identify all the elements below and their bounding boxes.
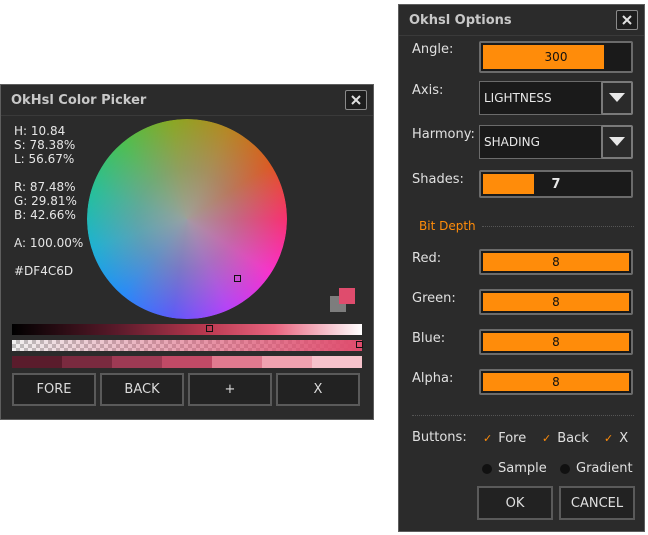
- angle-label: Angle:: [412, 42, 454, 57]
- color-wheel-saturation: [87, 119, 287, 319]
- x-checkbox[interactable]: ✓ X: [604, 431, 628, 446]
- axis-selected[interactable]: LIGHTNESS: [479, 81, 603, 115]
- axis-dropdown-button[interactable]: [601, 81, 633, 115]
- hue-readout: H: 10.84: [14, 124, 66, 138]
- close-icon: [622, 15, 632, 25]
- shades-slider[interactable]: 7: [479, 170, 633, 198]
- red-depth-slider[interactable]: 8: [479, 249, 633, 275]
- angle-value: 300: [544, 50, 568, 64]
- chevron-down-icon: [609, 137, 625, 146]
- gradient-radio[interactable]: Gradient: [560, 461, 633, 476]
- angle-slider[interactable]: 300: [479, 41, 633, 73]
- blue-depth-value: 8: [552, 335, 560, 349]
- back-checkbox[interactable]: ✓ Back: [542, 431, 589, 446]
- fore-button[interactable]: FORE: [12, 373, 96, 406]
- red-readout: R: 87.48%: [14, 180, 76, 194]
- hex-readout: #DF4C6D: [14, 264, 74, 278]
- axis-dropdown[interactable]: LIGHTNESS: [479, 81, 633, 115]
- shade-swatch[interactable]: [262, 356, 312, 368]
- shades-label: Shades:: [412, 172, 464, 187]
- alpha-depth-slider[interactable]: 8: [479, 369, 633, 395]
- green-readout: G: 29.81%: [14, 194, 77, 208]
- options-title: Okhsl Options: [409, 12, 512, 28]
- shade-swatch[interactable]: [12, 356, 62, 368]
- options-close-button[interactable]: [616, 10, 638, 30]
- harmony-selected[interactable]: SHADING: [479, 125, 603, 159]
- shade-swatch[interactable]: [112, 356, 162, 368]
- buttons-divider: [412, 415, 634, 416]
- buttons-label: Buttons:: [412, 430, 467, 445]
- options-window: Okhsl Options Angle: 300 Axis: LIGHTNESS…: [398, 4, 645, 532]
- sample-radio-label: Sample: [498, 461, 547, 476]
- red-depth-value: 8: [552, 255, 560, 269]
- sample-radio[interactable]: Sample: [482, 461, 547, 476]
- checkmark-icon: ✓: [542, 432, 552, 445]
- green-depth-slider[interactable]: 8: [479, 289, 633, 315]
- green-depth-label: Green:: [412, 291, 456, 306]
- lightness-readout: L: 56.67%: [14, 152, 75, 166]
- shade-strip: [12, 356, 362, 368]
- alpha-slider[interactable]: [12, 340, 362, 351]
- bit-depth-title: Bit Depth: [419, 219, 476, 233]
- ok-button[interactable]: OK: [477, 486, 553, 520]
- back-button[interactable]: BACK: [100, 373, 184, 406]
- saturation-readout: S: 78.38%: [14, 138, 76, 152]
- clear-button[interactable]: X: [276, 373, 360, 406]
- checkmark-icon: ✓: [483, 432, 493, 445]
- blue-depth-slider[interactable]: 8: [479, 329, 633, 355]
- add-button[interactable]: +: [188, 373, 272, 406]
- shade-swatch[interactable]: [62, 356, 112, 368]
- harmony-label: Harmony:: [412, 127, 475, 142]
- bit-depth-section: Bit Depth: [412, 218, 634, 234]
- chevron-down-icon: [609, 93, 625, 102]
- fore-checkbox[interactable]: ✓ Fore: [483, 431, 526, 446]
- lightness-slider-handle[interactable]: [206, 325, 213, 332]
- fore-checkbox-label: Fore: [498, 431, 527, 446]
- fore-color-swatch[interactable]: [339, 288, 355, 304]
- wheel-marker[interactable]: [234, 275, 241, 282]
- lightness-slider[interactable]: [12, 324, 362, 335]
- back-checkbox-label: Back: [557, 431, 589, 446]
- checkmark-icon: ✓: [604, 432, 614, 445]
- bit-depth-divider: [481, 225, 634, 227]
- axis-label: Axis:: [412, 83, 444, 98]
- shade-swatch[interactable]: [212, 356, 262, 368]
- color-wheel[interactable]: [87, 119, 287, 319]
- gradient-radio-label: Gradient: [576, 461, 633, 476]
- alpha-depth-label: Alpha:: [412, 371, 454, 386]
- blue-readout: B: 42.66%: [14, 208, 76, 222]
- picker-close-button[interactable]: [345, 90, 367, 110]
- alpha-depth-value: 8: [552, 375, 560, 389]
- shade-swatch[interactable]: [162, 356, 212, 368]
- picker-title: OkHsl Color Picker: [11, 92, 147, 108]
- radio-icon: [482, 463, 492, 474]
- radio-icon: [560, 463, 570, 474]
- shade-swatch[interactable]: [312, 356, 362, 368]
- blue-depth-label: Blue:: [412, 331, 446, 346]
- close-icon: [351, 95, 361, 105]
- red-depth-label: Red:: [412, 251, 442, 266]
- cancel-button[interactable]: CANCEL: [559, 486, 635, 520]
- x-checkbox-label: X: [619, 431, 629, 446]
- green-depth-value: 8: [552, 295, 560, 309]
- harmony-dropdown-button[interactable]: [601, 125, 633, 159]
- options-titlebar[interactable]: Okhsl Options: [399, 5, 644, 36]
- alpha-readout: A: 100.00%: [14, 236, 84, 250]
- shades-value: 7: [551, 176, 561, 192]
- alpha-slider-handle[interactable]: [356, 341, 363, 348]
- picker-titlebar[interactable]: OkHsl Color Picker: [1, 85, 373, 116]
- harmony-dropdown[interactable]: SHADING: [479, 125, 633, 159]
